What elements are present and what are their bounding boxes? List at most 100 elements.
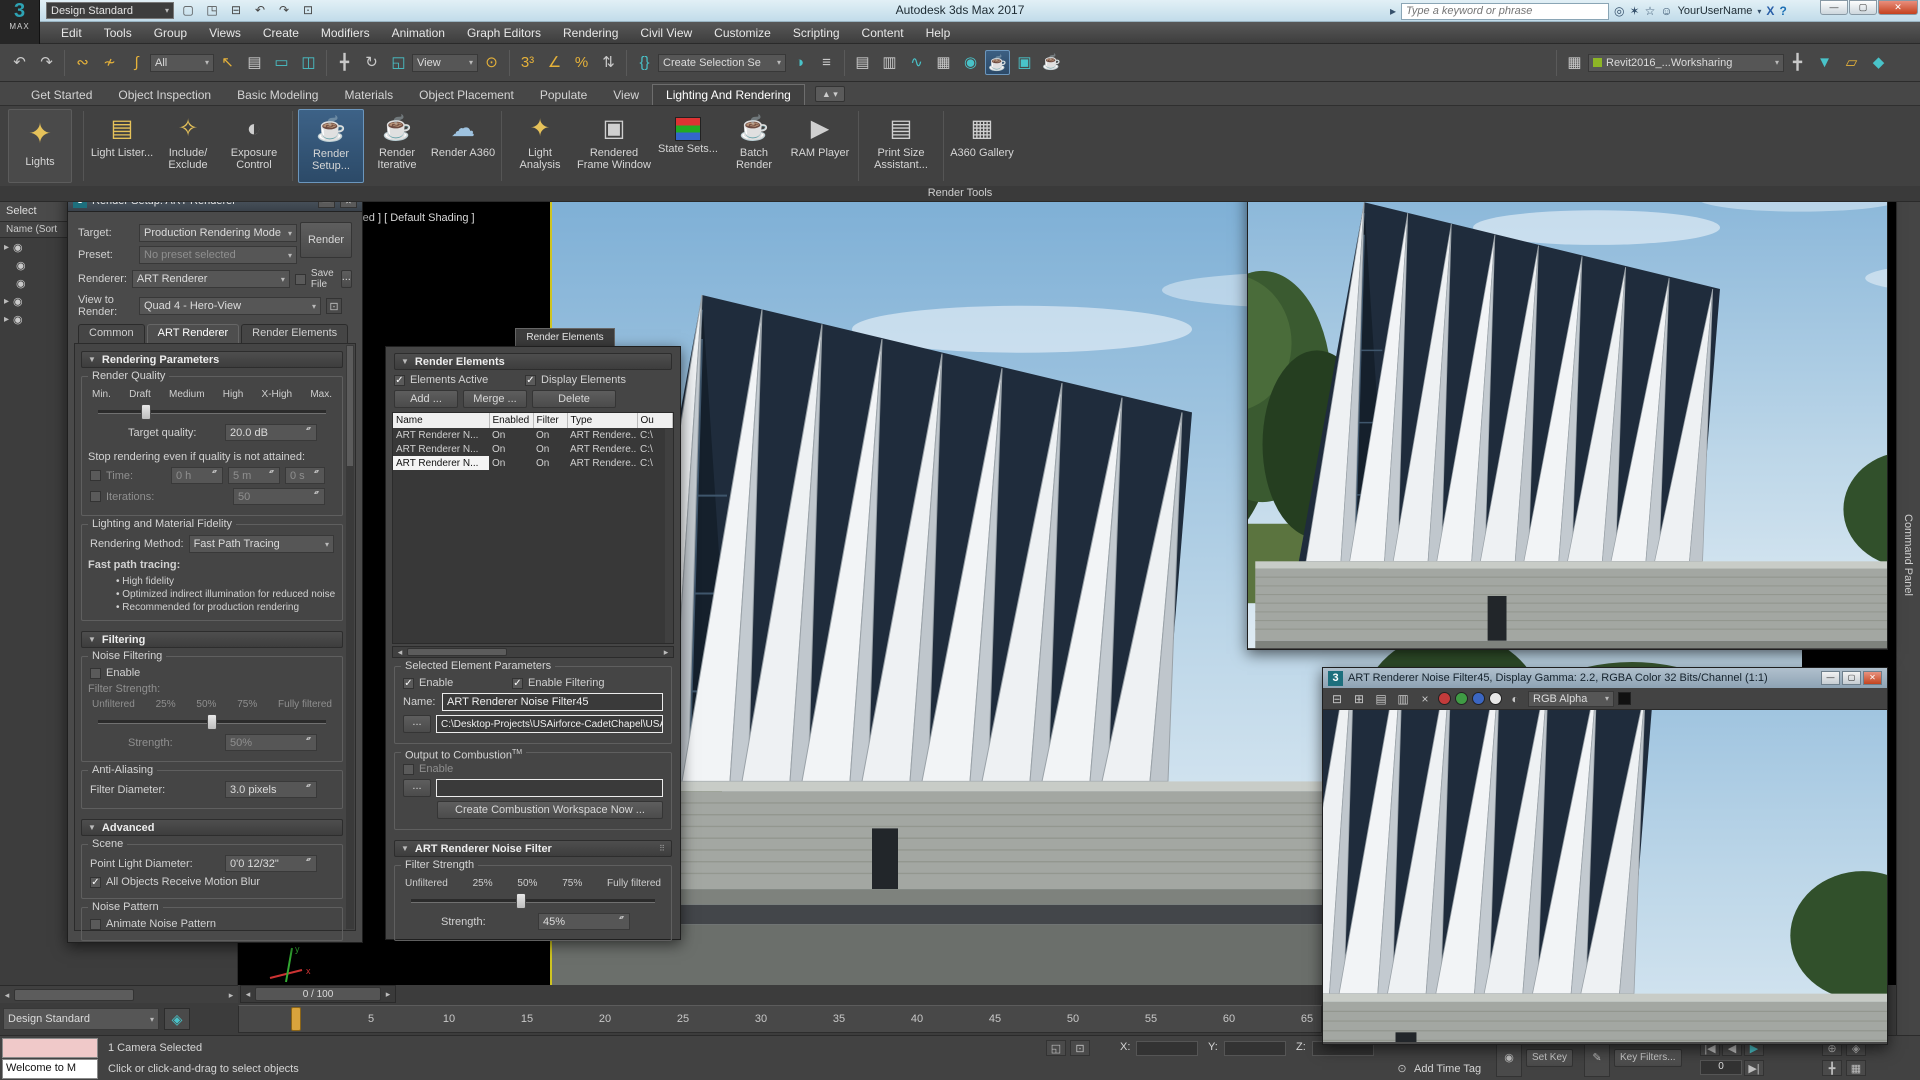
clone-window-icon[interactable]: ▤: [1372, 691, 1390, 707]
explorer-horizontal-scrollbar[interactable]: ◂ ▸: [0, 985, 238, 1003]
table-row[interactable]: ART Renderer N... On On ART Rendere... C:\: [393, 442, 673, 456]
include-exclude-button[interactable]: ✧ Include/ Exclude: [155, 109, 221, 183]
table-row[interactable]: ART Renderer N... On On ART Rendere... C:\: [393, 456, 673, 470]
search-icon[interactable]: ◎: [1614, 4, 1624, 18]
ribbon-tab-object-inspection[interactable]: Object Inspection: [105, 85, 224, 105]
select-and-place-icon[interactable]: ⊙: [479, 50, 504, 75]
tab-common[interactable]: Common: [78, 324, 145, 343]
mirror-icon[interactable]: ◑: [787, 50, 812, 75]
menu-help[interactable]: Help: [915, 22, 962, 44]
curve-editor-icon[interactable]: ∿: [904, 50, 929, 75]
filter-strength-slider[interactable]: [98, 714, 326, 730]
chevron-down-icon[interactable]: ▾: [1757, 7, 1761, 16]
render-setup-icon[interactable]: ☕: [985, 50, 1010, 75]
communication-center-icon[interactable]: ✶: [1630, 4, 1640, 18]
ram-player-button[interactable]: ▶ RAM Player: [787, 109, 853, 183]
clear-image-icon[interactable]: ×: [1416, 691, 1434, 707]
3dsmax-logo[interactable]: 3 MAX: [0, 0, 40, 44]
ribbon-collapse-icon[interactable]: ▲ ▾: [814, 86, 845, 102]
help-icon[interactable]: ?: [1779, 4, 1786, 18]
select-by-name-icon[interactable]: ▤: [242, 50, 267, 75]
combustion-enable-checkbox[interactable]: [403, 763, 414, 775]
element-name-field[interactable]: ART Renderer Noise Filter45: [442, 693, 663, 711]
lock-view-icon[interactable]: ⊡: [326, 298, 342, 314]
filter-diameter-spinner[interactable]: 3.0 pixels: [225, 781, 317, 798]
snap-toggle-3d-icon[interactable]: 3³: [515, 50, 540, 75]
table-horizontal-scrollbar[interactable]: ◂ ▸: [392, 646, 674, 658]
preset-dropdown[interactable]: No preset selected: [139, 246, 297, 264]
select-object-icon[interactable]: ↖: [215, 50, 240, 75]
rfw2-title-bar[interactable]: 3 ART Renderer Noise Filter45, Display G…: [1323, 668, 1887, 688]
renderer-dropdown[interactable]: ART Renderer: [131, 270, 290, 288]
close-button[interactable]: ✕: [1878, 0, 1918, 15]
rollout-rendering-parameters[interactable]: ▼ Rendering Parameters: [81, 351, 343, 368]
tab-render-elements[interactable]: Render Elements: [241, 324, 349, 343]
menu-group[interactable]: Group: [143, 22, 198, 44]
add-element-button[interactable]: Add ...: [394, 390, 458, 408]
selection-filter-dropdown[interactable]: All: [150, 53, 214, 72]
user-icon[interactable]: ☺: [1660, 4, 1672, 18]
select-and-rotate-icon[interactable]: ↻: [359, 50, 384, 75]
dialog-scrollbar[interactable]: [346, 345, 354, 929]
menu-animation[interactable]: Animation: [381, 22, 456, 44]
menu-customize[interactable]: Customize: [703, 22, 782, 44]
menu-edit[interactable]: Edit: [50, 22, 93, 44]
exchange-apps-icon[interactable]: X: [1766, 4, 1774, 18]
new-scene-icon[interactable]: ▢: [178, 2, 198, 19]
x-coordinate-field[interactable]: [1136, 1041, 1198, 1056]
scrollbar-thumb[interactable]: [14, 988, 134, 1001]
point-light-diameter-spinner[interactable]: 0'0 12/32": [225, 855, 317, 872]
percent-snap-icon[interactable]: %: [569, 50, 594, 75]
menu-scripting[interactable]: Scripting: [782, 22, 851, 44]
ribbon-tab-materials[interactable]: Materials: [331, 85, 406, 105]
pan-icon[interactable]: ╋: [1822, 1060, 1842, 1076]
alpha-channel-icon[interactable]: [1489, 692, 1502, 705]
iterations-checkbox[interactable]: [90, 491, 101, 502]
lights-button[interactable]: ✦ Lights: [8, 109, 72, 183]
undo-icon[interactable]: ↶: [7, 50, 32, 75]
favorites-icon[interactable]: ☆: [1645, 4, 1656, 18]
add-time-tag[interactable]: Add Time Tag: [1414, 1063, 1481, 1075]
ribbon-tab-lighting-and-rendering[interactable]: Lighting And Rendering: [652, 84, 805, 105]
current-frame-field[interactable]: 0: [1700, 1060, 1742, 1075]
close-button[interactable]: ✕: [1863, 671, 1882, 685]
minimize-button[interactable]: —: [1821, 671, 1840, 685]
copy-image-icon[interactable]: ⊞: [1350, 691, 1368, 707]
render-a360-button[interactable]: ☁ Render A360: [430, 109, 496, 183]
render-quality-slider[interactable]: [98, 404, 326, 420]
command-panel-strip[interactable]: Command Panel: [1896, 84, 1920, 1035]
menu-graph-editors[interactable]: Graph Editors: [456, 22, 552, 44]
monochrome-icon[interactable]: ◐: [1506, 691, 1524, 707]
unlink-selection-icon[interactable]: ≁: [97, 50, 122, 75]
workspace-settings-icon[interactable]: ◈: [164, 1008, 190, 1030]
ribbon-tab-get-started[interactable]: Get Started: [18, 85, 105, 105]
redo-icon[interactable]: ↷: [34, 50, 59, 75]
set-key-button[interactable]: Set Key: [1526, 1049, 1574, 1067]
frame-back-icon[interactable]: ◂: [241, 986, 255, 1002]
print-image-icon[interactable]: ▥: [1394, 691, 1412, 707]
minimize-button[interactable]: —: [1820, 0, 1848, 15]
slider-thumb[interactable]: [515, 893, 526, 909]
time-scrubber[interactable]: [291, 1007, 301, 1031]
project-folder-icon[interactable]: ⊡: [298, 2, 318, 19]
browse-button[interactable]: ...: [340, 270, 352, 288]
menu-tools[interactable]: Tools: [93, 22, 143, 44]
angle-snap-icon[interactable]: ∠: [542, 50, 567, 75]
column-header[interactable]: Type: [567, 413, 638, 428]
menu-views[interactable]: Views: [198, 22, 252, 44]
slider-thumb[interactable]: [207, 714, 217, 730]
scrollbar-thumb[interactable]: [407, 648, 507, 656]
select-and-link-icon[interactable]: ∾: [70, 50, 95, 75]
username[interactable]: YourUserName: [1678, 5, 1753, 17]
create-combustion-workspace-button[interactable]: Create Combustion Workspace Now ...: [437, 801, 663, 819]
output-path-field[interactable]: C:\Desktop-Projects\USAirforce-CadetChap…: [436, 715, 663, 733]
render-button[interactable]: Render: [300, 222, 352, 258]
browse-output-button[interactable]: ...: [403, 715, 431, 733]
red-channel-icon[interactable]: [1438, 692, 1451, 705]
frame-forward-icon[interactable]: ▸: [381, 986, 395, 1002]
undo-icon[interactable]: ↶: [250, 2, 270, 19]
green-channel-icon[interactable]: [1455, 692, 1468, 705]
eye-icon[interactable]: ◉: [16, 277, 26, 290]
render-iterative-button[interactable]: ☕ Render Iterative: [364, 109, 430, 183]
go-to-end-icon[interactable]: ▶|: [1744, 1060, 1764, 1076]
